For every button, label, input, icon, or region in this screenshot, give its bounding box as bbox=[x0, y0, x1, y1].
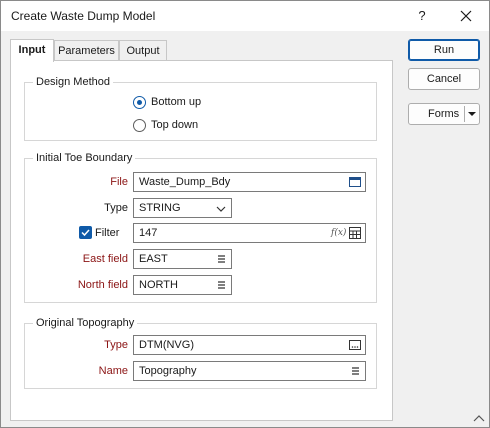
tab-parameters[interactable]: Parameters bbox=[54, 40, 119, 61]
forms-button-label: Forms bbox=[428, 108, 460, 120]
type-select[interactable]: STRING bbox=[133, 198, 232, 218]
window-title: Create Waste Dump Model bbox=[11, 9, 156, 23]
cancel-button-label: Cancel bbox=[426, 73, 462, 85]
east-field-input[interactable]: EAST bbox=[133, 249, 232, 269]
type-label: Type bbox=[104, 202, 128, 214]
checkmark-icon bbox=[81, 229, 90, 237]
input-tab-panel: Design Method Bottom up Top down Initial… bbox=[10, 60, 393, 421]
original-topography-group: Original Topography Type DTM(NVG) Name T… bbox=[24, 317, 377, 389]
list-icon[interactable] bbox=[215, 253, 227, 265]
filter-input[interactable]: 147 f(x) bbox=[133, 223, 366, 243]
east-field-value: EAST bbox=[139, 253, 168, 265]
design-method-group: Design Method Bottom up Top down bbox=[24, 76, 377, 141]
initial-toe-title: Initial Toe Boundary bbox=[33, 152, 136, 164]
tab-output[interactable]: Output bbox=[119, 40, 167, 61]
north-field-label: North field bbox=[77, 279, 128, 291]
radio-unselected-icon bbox=[133, 118, 146, 132]
forms-dropdown-icon[interactable] bbox=[467, 110, 477, 118]
chevron-down-icon bbox=[216, 206, 226, 212]
topo-type-label: Type bbox=[104, 339, 128, 351]
forms-button[interactable]: Forms bbox=[408, 103, 480, 125]
function-icon[interactable]: f(x) bbox=[331, 227, 346, 239]
list-icon[interactable] bbox=[349, 365, 361, 377]
close-button[interactable] bbox=[456, 6, 476, 26]
collapse-chevron-icon[interactable] bbox=[473, 413, 485, 423]
more-options-icon[interactable] bbox=[349, 339, 361, 351]
filter-checkbox[interactable] bbox=[79, 226, 92, 239]
dialog-window: Create Waste Dump Model ? Input Paramete… bbox=[0, 0, 490, 428]
help-button[interactable]: ? bbox=[414, 6, 430, 26]
run-button[interactable]: Run bbox=[408, 39, 480, 61]
original-topography-title: Original Topography bbox=[33, 317, 138, 329]
topo-name-value: Topography bbox=[139, 365, 197, 377]
topo-type-input[interactable]: DTM(NVG) bbox=[133, 335, 366, 355]
radio-top-down-label: Top down bbox=[151, 119, 199, 131]
north-field-value: NORTH bbox=[139, 279, 178, 291]
radio-selected-icon bbox=[133, 95, 146, 109]
list-icon[interactable] bbox=[215, 279, 227, 291]
topo-name-input[interactable]: Topography bbox=[133, 361, 366, 381]
filter-label: Filter bbox=[95, 227, 120, 239]
tab-input[interactable]: Input bbox=[10, 39, 54, 62]
forms-divider bbox=[464, 106, 465, 122]
radio-top-down[interactable]: Top down bbox=[133, 117, 198, 133]
topo-name-label: Name bbox=[98, 365, 128, 377]
file-input[interactable]: Waste_Dump_Bdy bbox=[133, 172, 366, 192]
filter-value: 147 bbox=[139, 227, 158, 239]
north-field-input[interactable]: NORTH bbox=[133, 275, 232, 295]
table-icon[interactable] bbox=[349, 227, 361, 239]
browse-file-icon[interactable] bbox=[349, 176, 361, 188]
radio-bottom-up[interactable]: Bottom up bbox=[133, 94, 201, 110]
topo-type-value: DTM(NVG) bbox=[139, 339, 194, 351]
initial-toe-group: Initial Toe Boundary File Waste_Dump_Bdy… bbox=[24, 152, 377, 303]
close-icon bbox=[460, 10, 472, 22]
cancel-button[interactable]: Cancel bbox=[408, 68, 480, 90]
type-value: STRING bbox=[139, 202, 181, 214]
radio-bottom-up-label: Bottom up bbox=[151, 96, 202, 108]
title-bar: Create Waste Dump Model ? bbox=[1, 1, 489, 31]
east-field-label: East field bbox=[82, 253, 128, 265]
file-value: Waste_Dump_Bdy bbox=[139, 176, 231, 188]
file-label: File bbox=[110, 176, 128, 188]
run-button-label: Run bbox=[433, 44, 455, 56]
design-method-title: Design Method bbox=[33, 76, 113, 88]
